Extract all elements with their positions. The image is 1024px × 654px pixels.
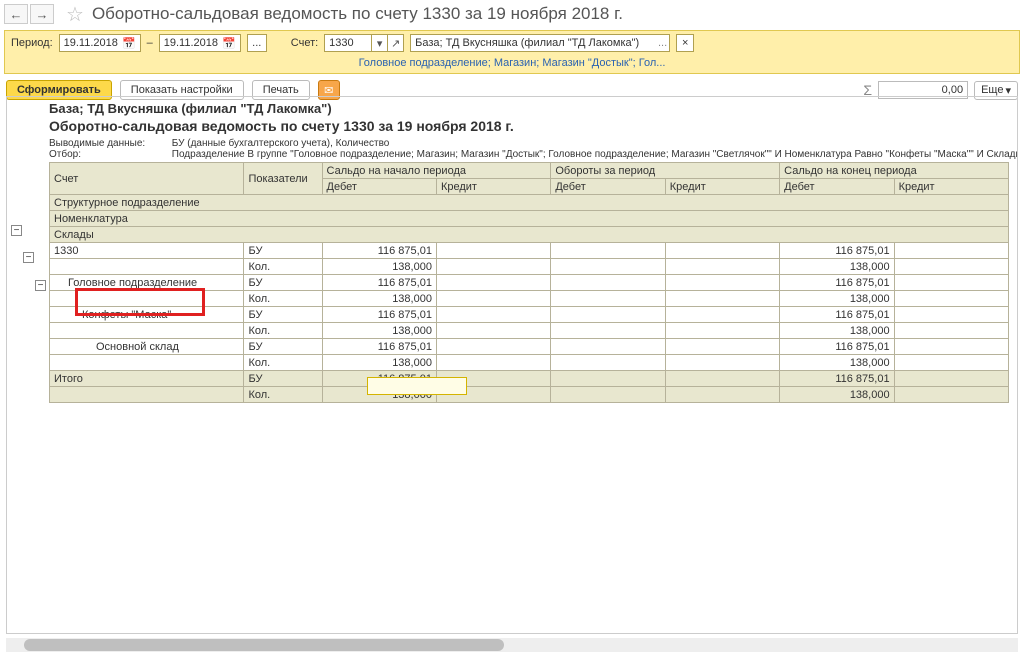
tree-toggle-candy[interactable]: −: [35, 280, 46, 291]
account-label: Счет:: [291, 37, 318, 49]
col-indicators: Показатели: [244, 163, 322, 195]
date-range-dash: –: [147, 37, 153, 49]
organization-ellipsis-icon[interactable]: ...: [658, 37, 667, 49]
row-struct: Структурное подразделение: [50, 195, 1009, 211]
table-row: Кол. 138,000 138,000: [50, 291, 1009, 307]
date-from-value: 19.11.2018: [64, 37, 118, 49]
output-data-value: БУ (данные бухгалтерского учета), Количе…: [172, 138, 390, 149]
row-nomen: Номенклатура: [50, 211, 1009, 227]
organization-clear-button[interactable]: ×: [676, 34, 694, 52]
col-start-balance: Сальдо на начало периода: [322, 163, 551, 179]
output-data-label: Выводимые данные:: [49, 138, 169, 149]
row-warehouses: Склады: [50, 227, 1009, 243]
favorite-star-icon[interactable]: ☆: [66, 2, 84, 27]
account-input[interactable]: 1330: [324, 34, 372, 52]
organization-value: База; ТД Вкусняшка (филиал "ТД Лакомка"): [415, 37, 639, 49]
report-area: − − − База; ТД Вкусняшка (филиал "ТД Лак…: [6, 96, 1018, 634]
horizontal-scrollbar[interactable]: [6, 638, 1018, 652]
col-turn-debit: Дебет: [551, 179, 665, 195]
account-dropdown-button[interactable]: ▾: [372, 34, 388, 52]
account-value: 1330: [329, 37, 353, 49]
tree-toggle-1330[interactable]: −: [11, 225, 22, 236]
table-row: Кол. 138,000 138,000: [50, 259, 1009, 275]
period-ellipsis-button[interactable]: ...: [247, 34, 267, 52]
table-row: 1330 БУ 116 875,01 116 875,01: [50, 243, 1009, 259]
tree-toggle-head-dep[interactable]: −: [23, 252, 34, 263]
subdivision-link[interactable]: Головное подразделение; Магазин; Магазин…: [359, 57, 666, 69]
report-title: Оборотно-сальдовая ведомость по счету 13…: [49, 118, 1013, 134]
col-turnover: Обороты за период: [551, 163, 780, 179]
total-row: Кол. 138,000 138,000: [50, 387, 1009, 403]
account-open-button[interactable]: ↗: [388, 34, 404, 52]
col-end-credit: Кредит: [894, 179, 1008, 195]
active-cell-marker: [367, 377, 467, 395]
organization-input[interactable]: База; ТД Вкусняшка (филиал "ТД Лакомка")…: [410, 34, 670, 52]
table-row: Кол. 138,000 138,000: [50, 323, 1009, 339]
col-start-debit: Дебет: [322, 179, 436, 195]
chevron-down-icon: ▾: [1005, 84, 1011, 97]
page-title: Оборотно-сальдовая ведомость по счету 13…: [92, 4, 623, 24]
col-account: Счет: [50, 163, 244, 195]
nav-forward-button[interactable]: →: [30, 4, 54, 24]
total-row: Итого БУ 116 875,01 116 875,01: [50, 371, 1009, 387]
filter-value: Подразделение В группе "Головное подразд…: [172, 149, 1018, 160]
col-turn-credit: Кредит: [665, 179, 779, 195]
col-end-debit: Дебет: [780, 179, 894, 195]
scrollbar-thumb[interactable]: [24, 639, 504, 651]
col-end-balance: Сальдо на конец периода: [780, 163, 1009, 179]
table-row: Конфеты "Маска" БУ 116 875,01 116 875,01: [50, 307, 1009, 323]
more-label: Еще: [981, 84, 1003, 96]
table-row: Головное подразделение БУ 116 875,01 116…: [50, 275, 1009, 291]
table-row: Основной склад БУ 116 875,01 116 875,01: [50, 339, 1009, 355]
filter-bar: Период: 19.11.2018 📅 – 19.11.2018 📅 ... …: [4, 30, 1020, 74]
col-start-credit: Кредит: [436, 179, 550, 195]
report-org-line: База; ТД Вкусняшка (филиал "ТД Лакомка"): [49, 101, 1013, 116]
nav-back-button[interactable]: ←: [4, 4, 28, 24]
date-to-input[interactable]: 19.11.2018 📅: [159, 34, 241, 52]
report-table: Счет Показатели Сальдо на начало периода…: [49, 162, 1009, 403]
date-from-input[interactable]: 19.11.2018 📅: [59, 34, 141, 52]
table-row: Кол. 138,000 138,000: [50, 355, 1009, 371]
calendar-icon[interactable]: 📅: [222, 37, 236, 50]
date-to-value: 19.11.2018: [164, 37, 218, 49]
calendar-icon[interactable]: 📅: [122, 37, 136, 50]
period-label: Период:: [11, 37, 53, 49]
filter-label: Отбор:: [49, 149, 169, 160]
